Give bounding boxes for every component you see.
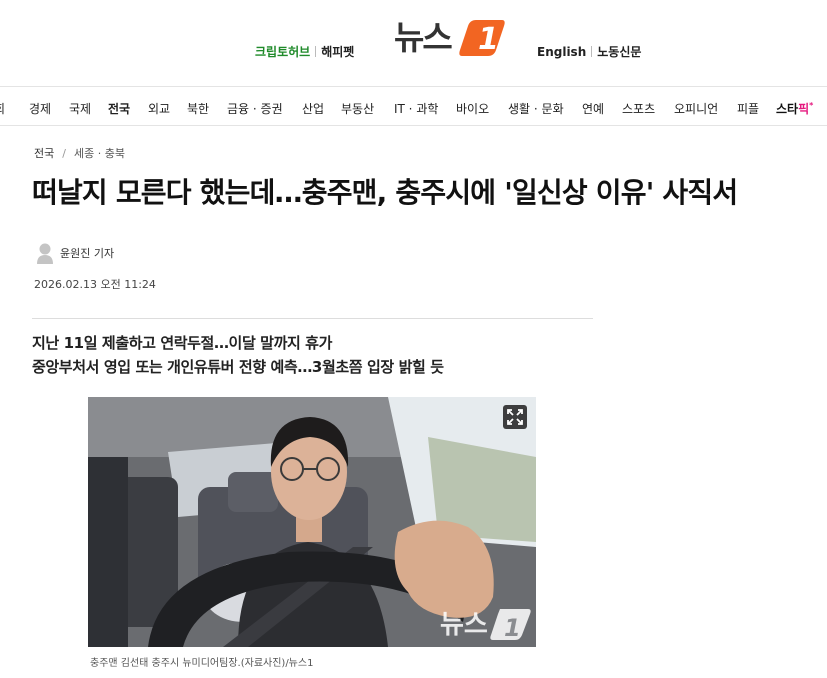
divider bbox=[315, 46, 317, 57]
nav-item-world[interactable]: 국제 bbox=[69, 100, 91, 117]
nav-item-it-science[interactable]: IT · 과학 bbox=[394, 100, 438, 117]
breadcrumb-subsection[interactable]: 세종 · 충북 bbox=[74, 145, 125, 161]
link-crypto-hub[interactable]: 크립토허브 bbox=[255, 43, 310, 60]
expand-icon bbox=[507, 409, 523, 425]
subhead-line: 중앙부처서 영입 또는 개인유튜버 전향 예측…3월초쯤 입장 밝힐 듯 bbox=[32, 358, 444, 376]
link-happy-pet[interactable]: 해피펫 bbox=[321, 43, 354, 60]
reporter-avatar-icon bbox=[37, 243, 53, 264]
site-header: 크립토허브 해피펫 뉴스 1 English 노동신문 bbox=[0, 0, 827, 86]
photo-illustration: 뉴스 1 bbox=[88, 397, 536, 647]
byline: 윤원진 기자 bbox=[36, 242, 114, 264]
nav-item-life-culture[interactable]: 생활 · 문화 bbox=[508, 100, 564, 117]
article-title: 떠날지 모른다 했는데…충주맨, 충주시에 '일신상 이유' 사직서 bbox=[32, 176, 738, 209]
nav-item-diplomacy[interactable]: 외교 bbox=[148, 100, 170, 117]
nav-item-economy[interactable]: 경제 bbox=[29, 100, 51, 117]
breadcrumb-section[interactable]: 전국 bbox=[34, 145, 54, 161]
top-left-links: 크립토허브 해피펫 bbox=[255, 43, 354, 60]
expand-photo-button[interactable] bbox=[503, 405, 527, 429]
link-rodong[interactable]: 노동신문 bbox=[597, 43, 641, 60]
nav-item-star-pick[interactable]: 스타픽* bbox=[776, 100, 813, 117]
subhead-line: 지난 11일 제출하고 연락두절…이달 말까지 휴가 bbox=[32, 334, 332, 352]
nav-item-north-korea[interactable]: 북한 bbox=[187, 100, 209, 117]
photo-caption: 충주맨 김선태 충주시 뉴미디어팀장.(자료사진)/뉴스1 bbox=[90, 658, 314, 669]
nav-item-bio[interactable]: 바이오 bbox=[456, 100, 489, 117]
star-pick-label-a: 스타 bbox=[776, 102, 799, 116]
nav-item-industry[interactable]: 산업 bbox=[302, 100, 324, 117]
news1-logo[interactable]: 뉴스 1 bbox=[394, 16, 512, 60]
breadcrumb: 전국 / 세종 · 충북 bbox=[34, 145, 125, 161]
nav-item-sports[interactable]: 스포츠 bbox=[622, 100, 655, 117]
nav-item-finance[interactable]: 금융 · 증권 bbox=[227, 100, 283, 117]
divider bbox=[591, 46, 593, 57]
main-nav: 회 경제 국제 전국 외교 북한 금융 · 증권 산업 부동산 IT · 과학 … bbox=[0, 86, 827, 126]
publish-date: 2026.02.13 오전 11:24 bbox=[34, 278, 156, 291]
nav-item-people[interactable]: 피플 bbox=[737, 100, 759, 117]
link-english[interactable]: English bbox=[537, 45, 586, 59]
nav-item-opinion[interactable]: 오피니언 bbox=[674, 100, 718, 117]
article-divider bbox=[32, 318, 593, 319]
svg-text:1: 1 bbox=[478, 22, 499, 56]
article-subheads: 지난 11일 제출하고 연락두절…이달 말까지 휴가 중앙부처서 영입 또는 개… bbox=[32, 331, 444, 379]
star-pick-mark: * bbox=[809, 101, 814, 110]
nav-item-national[interactable]: 전국 bbox=[108, 100, 130, 117]
logo-text: 뉴스 bbox=[394, 18, 453, 57]
reporter-name[interactable]: 윤원진 기자 bbox=[60, 245, 114, 261]
nav-item-real-estate[interactable]: 부동산 bbox=[341, 100, 374, 117]
star-pick-label-b: 픽 bbox=[798, 102, 810, 116]
svg-text:뉴스: 뉴스 bbox=[440, 610, 488, 640]
logo-mark-icon: 1 bbox=[459, 20, 505, 56]
nav-item-entertainment[interactable]: 연예 bbox=[582, 100, 604, 117]
breadcrumb-separator: / bbox=[62, 146, 66, 160]
top-right-links: English 노동신문 bbox=[537, 43, 641, 60]
article-photo[interactable]: 뉴스 1 bbox=[88, 397, 536, 647]
svg-text:1: 1 bbox=[504, 614, 521, 642]
nav-item-society[interactable]: 회 bbox=[0, 100, 5, 117]
